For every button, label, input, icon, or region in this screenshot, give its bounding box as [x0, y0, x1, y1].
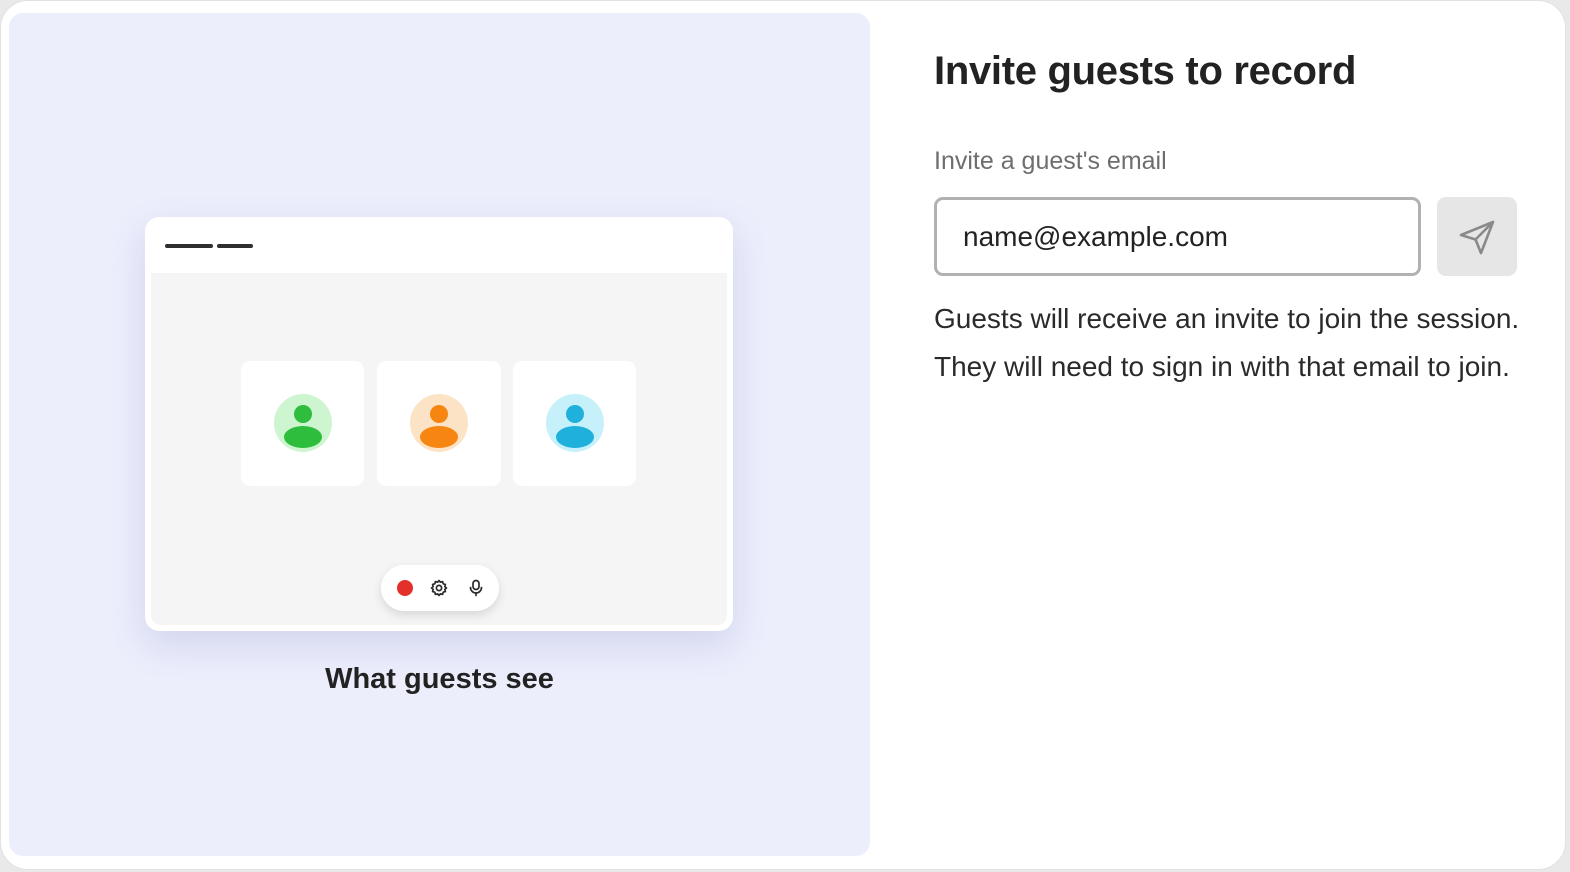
user-avatar-icon [545, 393, 604, 452]
send-invite-button[interactable] [1437, 197, 1517, 276]
guest-email-input[interactable] [934, 197, 1421, 276]
participant-tile [377, 361, 501, 486]
preview-window-illustration [145, 217, 733, 631]
user-avatar-icon [410, 393, 468, 452]
record-icon [396, 579, 414, 597]
recording-controls-bar [381, 565, 499, 611]
invite-help-text: Guests will receive an invite to join th… [934, 303, 1520, 382]
gear-icon [430, 579, 448, 597]
user-avatar-icon [273, 393, 332, 452]
menu-line [165, 244, 213, 248]
send-icon [1456, 216, 1498, 258]
invite-guests-dialog: What guests see Invite guests to record … [0, 0, 1566, 870]
guest-view-preview-panel: What guests see [9, 13, 870, 856]
preview-stage [151, 273, 727, 625]
menu-line [217, 244, 253, 248]
dialog-title: Invite guests to record [934, 49, 1357, 93]
participant-tile [513, 361, 636, 486]
email-field-label: Invite a guest's email [934, 147, 1167, 175]
microphone-icon [467, 579, 485, 597]
preview-caption: What guests see [325, 663, 554, 695]
participant-tile [241, 361, 364, 486]
